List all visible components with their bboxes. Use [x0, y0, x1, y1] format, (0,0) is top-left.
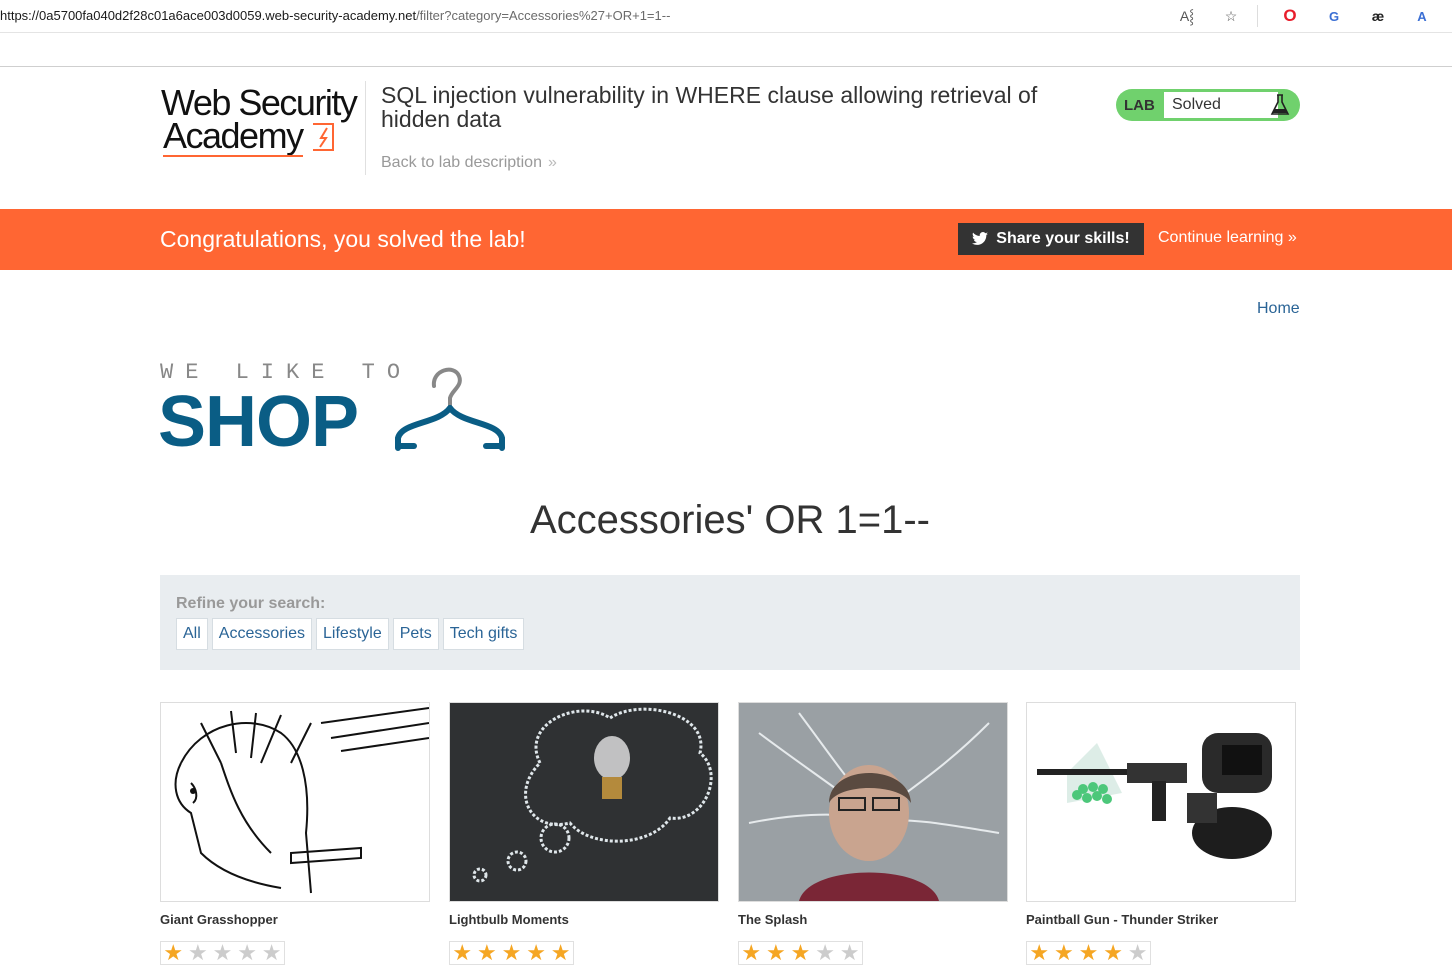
star-filled-icon: ★: [452, 940, 473, 965]
opera-icon[interactable]: O: [1278, 4, 1302, 28]
translate-icon[interactable]: G: [1322, 4, 1346, 28]
double-chevron-right-icon: »: [547, 154, 557, 171]
web-security-academy-logo[interactable]: Web Security Academy: [161, 85, 361, 165]
logo-line2: Academy: [163, 115, 304, 156]
filter-pets[interactable]: Pets: [392, 618, 439, 650]
page-title: Accessories' OR 1=1--: [530, 498, 930, 542]
lab-status-value: Solved: [1164, 92, 1278, 118]
continue-learning-label: Continue learning: [1158, 229, 1284, 246]
flask-icon: [1270, 94, 1290, 115]
star-filled-icon: ★: [501, 940, 522, 965]
header-divider: [365, 81, 366, 175]
lab-solved-banner: Congratulations, you solved the lab! Sha…: [0, 209, 1452, 270]
product-image-grasshopper[interactable]: [160, 702, 430, 902]
rating-stars: ★ ★ ★ ★ ★: [1026, 941, 1151, 965]
star-filled-icon: ★: [550, 940, 571, 965]
browser-toolbar: https://0a5700fa040d2f28c01a6ace003d0059…: [0, 0, 1452, 33]
star-filled-icon: ★: [766, 940, 786, 965]
browser-icons: A⸾ ☆ O G æ A: [1155, 4, 1434, 28]
product-name: The Splash: [738, 912, 808, 927]
continue-learning-link[interactable]: Continue learning »: [1158, 229, 1297, 247]
browser-bookmarks-strip: [0, 33, 1452, 67]
star-empty-icon: ★: [261, 940, 282, 965]
star-empty-icon: ★: [237, 940, 257, 965]
lab-title: SQL injection vulnerability in WHERE cla…: [381, 82, 1038, 132]
toolbar-divider: [1257, 5, 1258, 27]
filter-all[interactable]: All: [176, 618, 208, 650]
splash-photo: [739, 703, 1007, 901]
filter-lifestyle[interactable]: Lifestyle: [316, 618, 389, 650]
read-aloud-icon[interactable]: A⸾: [1175, 4, 1199, 28]
rating-stars: ★ ★ ★ ★ ★: [160, 941, 285, 965]
star-filled-icon: ★: [1103, 940, 1123, 965]
star-empty-icon: ★: [1127, 940, 1148, 965]
paintball-gun-photo: [1027, 703, 1295, 901]
url-path: /filter?category=Accessories%27+OR+1=1--: [416, 8, 671, 23]
share-skills-button[interactable]: Share your skills!: [958, 223, 1144, 255]
star-empty-icon: ★: [839, 940, 860, 965]
star-filled-icon: ★: [1054, 940, 1074, 965]
favorite-star-icon[interactable]: ☆: [1219, 4, 1243, 28]
address-bar[interactable]: https://0a5700fa040d2f28c01a6ace003d0059…: [0, 8, 670, 23]
star-empty-icon: ★: [212, 940, 233, 965]
lab-status-widget: LAB Solved: [1116, 89, 1300, 121]
back-link-label: Back to lab description: [381, 154, 542, 171]
back-to-lab-description-link[interactable]: Back to lab description »: [381, 154, 557, 172]
product-image-splash[interactable]: [738, 702, 1008, 902]
double-chevron-right-icon: »: [1287, 229, 1297, 246]
url-host: https://0a5700fa040d2f28c01a6ace003d0059…: [0, 8, 417, 23]
star-filled-icon: ★: [163, 940, 184, 965]
product-card[interactable]: Lightbulb Moments ★ ★ ★ ★ ★: [449, 702, 719, 965]
star-filled-icon: ★: [1029, 940, 1050, 965]
twitter-icon: [972, 232, 989, 245]
product-card[interactable]: Paintball Gun - Thunder Striker ★ ★ ★ ★ ★: [1026, 702, 1296, 965]
star-filled-icon: ★: [1078, 940, 1099, 965]
star-filled-icon: ★: [526, 940, 546, 965]
lab-status-label: LAB: [1124, 97, 1155, 114]
star-empty-icon: ★: [815, 940, 835, 965]
product-image-lightbulb[interactable]: [449, 702, 719, 902]
logo-underline: [163, 155, 303, 157]
star-filled-icon: ★: [790, 940, 811, 965]
grasshopper-sketch: [161, 703, 429, 901]
home-link[interactable]: Home: [1257, 300, 1300, 318]
product-card[interactable]: Giant Grasshopper ★ ★ ★ ★ ★: [160, 702, 430, 965]
rating-stars: ★ ★ ★ ★ ★: [738, 941, 863, 965]
shop-logo: WE LIKE TO SHOP: [158, 360, 520, 462]
star-filled-icon: ★: [741, 940, 762, 965]
filter-accessories[interactable]: Accessories: [211, 618, 313, 650]
refine-search-label: Refine your search:: [176, 595, 326, 612]
solved-message: Congratulations, you solved the lab!: [160, 226, 526, 252]
product-name: Lightbulb Moments: [449, 912, 569, 927]
product-name: Giant Grasshopper: [160, 912, 278, 927]
shop-word: SHOP: [158, 382, 359, 462]
lab-header: Web Security Academy SQL injection vulne…: [0, 67, 1452, 209]
share-button-label: Share your skills!: [996, 230, 1130, 247]
clothes-hanger-icon: [395, 367, 505, 451]
star-empty-icon: ★: [188, 940, 208, 965]
lightbulb-chalkboard: [450, 703, 718, 901]
rating-stars: ★ ★ ★ ★ ★: [449, 941, 574, 965]
product-image-paintball-gun[interactable]: [1026, 702, 1296, 902]
product-card[interactable]: The Splash ★ ★ ★ ★ ★: [738, 702, 1008, 965]
category-filters: All Accessories Lifestyle Pets Tech gift…: [176, 618, 525, 650]
filter-tech-gifts[interactable]: Tech gifts: [442, 618, 525, 650]
refine-search-panel: Refine your search: All Accessories Life…: [160, 575, 1300, 670]
ae-extension-icon[interactable]: æ: [1366, 4, 1390, 28]
translate-extension-icon[interactable]: A: [1410, 4, 1434, 28]
logo-bolt-icon: [313, 123, 334, 151]
star-filled-icon: ★: [477, 940, 497, 965]
product-name: Paintball Gun - Thunder Striker: [1026, 912, 1219, 927]
